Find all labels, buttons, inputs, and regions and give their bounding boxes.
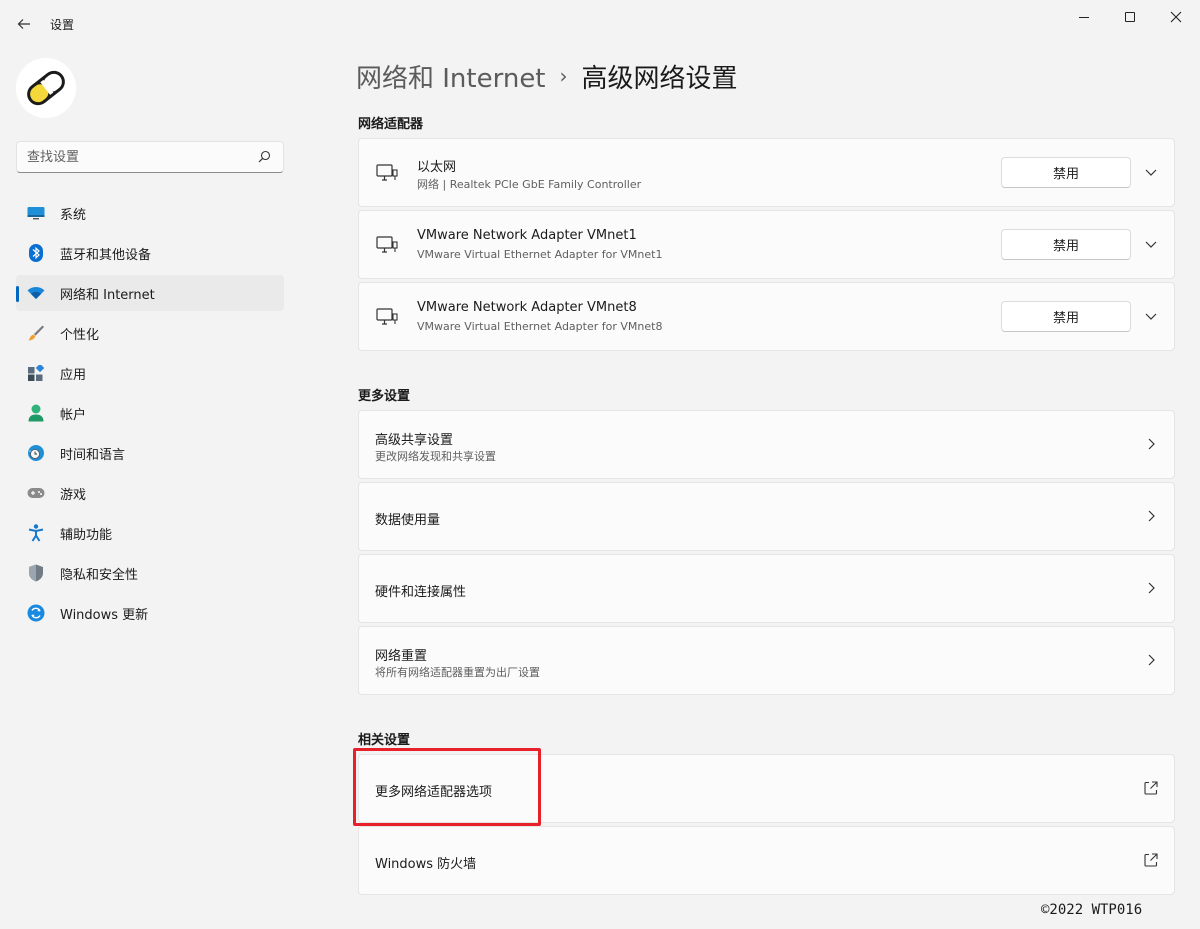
chevron-right-icon bbox=[1148, 510, 1155, 522]
breadcrumb: 网络和 Internet › 高级网络设置 bbox=[356, 56, 738, 96]
chevron-right-icon bbox=[1148, 582, 1155, 594]
avatar[interactable] bbox=[16, 58, 76, 118]
setting-title: 高级共享设置 bbox=[375, 433, 454, 448]
sidebar-item-personalization[interactable]: 个性化 bbox=[16, 315, 284, 351]
sidebar-item-system[interactable]: 系统 bbox=[16, 195, 284, 231]
sidebar-item-network[interactable]: 网络和 Internet bbox=[16, 275, 284, 311]
app-title: 设置 bbox=[50, 18, 75, 32]
sidebar-nav: 系统 蓝牙和其他设备 网络和 Internet 个性化 应用 帐户 时间和语言 … bbox=[16, 195, 284, 635]
sidebar-item-label: 蓝牙和其他设备 bbox=[60, 247, 152, 263]
adapter-name: 以太网 bbox=[417, 160, 457, 175]
sidebar-item-time-language[interactable]: 时间和语言 bbox=[16, 435, 284, 471]
adapter-card-vmnet1[interactable]: VMware Network Adapter VMnet1 VMware Vir… bbox=[358, 210, 1175, 279]
gamepad-icon bbox=[26, 483, 46, 503]
breadcrumb-chevron-icon: › bbox=[559, 64, 568, 88]
setting-title: 更多网络适配器选项 bbox=[375, 785, 493, 800]
update-icon bbox=[26, 603, 46, 623]
chevron-down-icon[interactable] bbox=[1142, 235, 1160, 253]
sidebar-item-label: 系统 bbox=[60, 207, 87, 223]
sidebar-item-bluetooth[interactable]: 蓝牙和其他设备 bbox=[16, 235, 284, 271]
sidebar-item-label: 隐私和安全性 bbox=[60, 567, 139, 583]
sidebar-item-label: 网络和 Internet bbox=[60, 287, 155, 303]
sidebar-item-label: 时间和语言 bbox=[60, 447, 126, 463]
setting-subtitle: 更改网络发现和共享设置 bbox=[375, 450, 496, 463]
setting-title: 数据使用量 bbox=[375, 513, 441, 528]
chevron-down-icon[interactable] bbox=[1142, 163, 1160, 181]
sidebar-item-label: 帐户 bbox=[60, 407, 87, 423]
setting-network-reset[interactable]: 网络重置 将所有网络适配器重置为出厂设置 bbox=[358, 626, 1175, 695]
wifi-icon bbox=[26, 283, 46, 303]
maximize-icon bbox=[1125, 12, 1135, 22]
setting-advanced-sharing[interactable]: 高级共享设置 更改网络发现和共享设置 bbox=[358, 410, 1175, 479]
sidebar-item-label: Windows 更新 bbox=[60, 607, 149, 623]
section-title-more-settings: 更多设置 bbox=[358, 389, 411, 404]
external-link-icon bbox=[1144, 781, 1158, 795]
back-button[interactable] bbox=[10, 10, 38, 38]
chevron-right-icon bbox=[1148, 654, 1155, 666]
chevron-down-icon[interactable] bbox=[1142, 307, 1160, 325]
sidebar-item-accounts[interactable]: 帐户 bbox=[16, 395, 284, 431]
globe-clock-icon bbox=[26, 443, 46, 463]
search-box[interactable] bbox=[16, 141, 284, 173]
setting-data-usage[interactable]: 数据使用量 bbox=[358, 482, 1175, 551]
copyright-watermark: ©2022 WTP016 bbox=[1041, 902, 1143, 918]
network-adapter-icon bbox=[376, 164, 398, 181]
section-title-adapters: 网络适配器 bbox=[358, 117, 424, 132]
disable-button[interactable]: 禁用 bbox=[1001, 157, 1131, 188]
brush-icon bbox=[26, 323, 46, 343]
maximize-button[interactable] bbox=[1107, 0, 1153, 34]
search-input[interactable] bbox=[27, 148, 247, 166]
adapter-description: 网络 | Realtek PCIe GbE Family Controller bbox=[417, 178, 642, 191]
adapter-card-ethernet[interactable]: 以太网 网络 | Realtek PCIe GbE Family Control… bbox=[358, 138, 1175, 207]
sidebar-item-label: 个性化 bbox=[60, 327, 100, 343]
adapter-description: VMware Virtual Ethernet Adapter for VMne… bbox=[417, 248, 663, 261]
related-windows-firewall[interactable]: Windows 防火墙 bbox=[358, 826, 1175, 895]
setting-title: Windows 防火墙 bbox=[375, 857, 477, 872]
setting-title: 网络重置 bbox=[375, 649, 428, 664]
accessibility-icon bbox=[26, 523, 46, 543]
adapter-name: VMware Network Adapter VMnet8 bbox=[417, 300, 637, 315]
related-more-adapter-options[interactable]: 更多网络适配器选项 bbox=[358, 754, 1175, 823]
disable-button[interactable]: 禁用 bbox=[1001, 229, 1131, 260]
back-arrow-icon bbox=[17, 19, 30, 29]
breadcrumb-parent-link[interactable]: 网络和 Internet bbox=[356, 58, 546, 95]
monitor-icon bbox=[26, 203, 46, 223]
setting-subtitle: 将所有网络适配器重置为出厂设置 bbox=[375, 666, 540, 679]
sidebar-item-gaming[interactable]: 游戏 bbox=[16, 475, 284, 511]
minimize-button[interactable] bbox=[1061, 0, 1107, 34]
sidebar-item-apps[interactable]: 应用 bbox=[16, 355, 284, 391]
adapter-card-vmnet8[interactable]: VMware Network Adapter VMnet8 VMware Vir… bbox=[358, 282, 1175, 351]
search-icon[interactable] bbox=[255, 148, 273, 166]
chevron-right-icon bbox=[1148, 438, 1155, 450]
network-adapter-icon bbox=[376, 308, 398, 325]
setting-title: 硬件和连接属性 bbox=[375, 585, 467, 600]
adapter-description: VMware Virtual Ethernet Adapter for VMne… bbox=[417, 320, 663, 333]
sidebar-item-label: 应用 bbox=[60, 367, 87, 383]
title-bar: 设置 bbox=[0, 0, 1200, 48]
adapter-name: VMware Network Adapter VMnet1 bbox=[417, 228, 637, 243]
setting-hardware-properties[interactable]: 硬件和连接属性 bbox=[358, 554, 1175, 623]
bluetooth-icon bbox=[26, 243, 46, 263]
sidebar-item-privacy[interactable]: 隐私和安全性 bbox=[16, 555, 284, 591]
apps-icon bbox=[26, 363, 46, 383]
shield-icon bbox=[26, 563, 46, 583]
sidebar-item-label: 辅助功能 bbox=[60, 527, 113, 543]
external-link-icon bbox=[1144, 853, 1158, 867]
close-icon bbox=[1170, 11, 1182, 23]
section-title-related: 相关设置 bbox=[358, 733, 411, 748]
sidebar-item-accessibility[interactable]: 辅助功能 bbox=[16, 515, 284, 551]
minimize-icon bbox=[1079, 16, 1089, 18]
sidebar-item-label: 游戏 bbox=[60, 487, 87, 503]
sidebar-item-windows-update[interactable]: Windows 更新 bbox=[16, 595, 284, 631]
pill-avatar-icon bbox=[16, 58, 76, 118]
disable-button[interactable]: 禁用 bbox=[1001, 301, 1131, 332]
close-button[interactable] bbox=[1153, 0, 1199, 34]
network-adapter-icon bbox=[376, 236, 398, 253]
page-title: 高级网络设置 bbox=[581, 63, 738, 94]
account-icon bbox=[26, 403, 46, 423]
